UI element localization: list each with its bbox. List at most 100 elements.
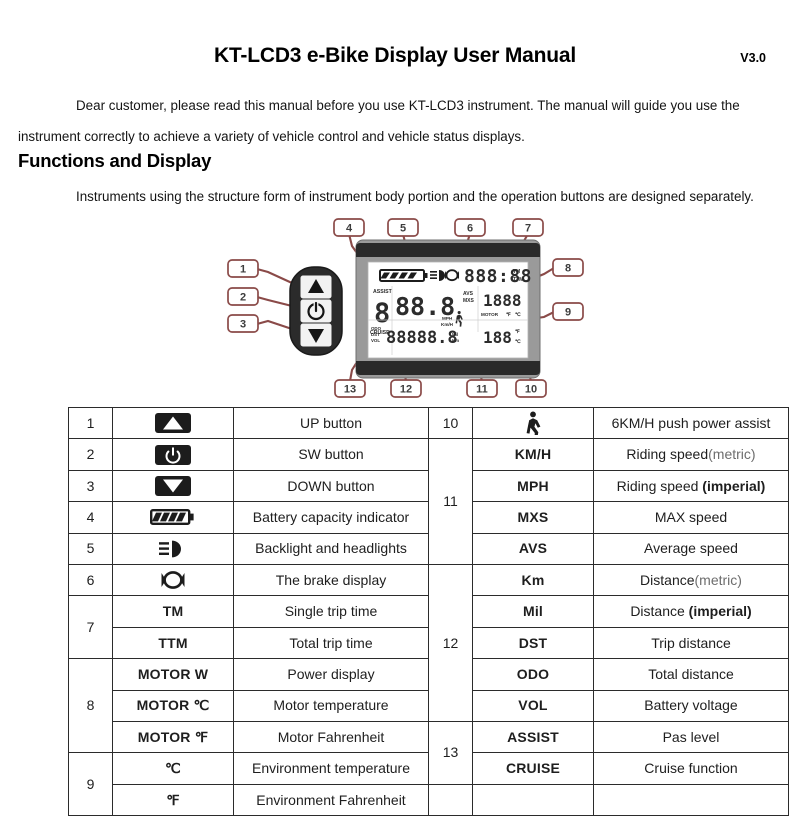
svg-text:Km/H: Km/H	[441, 322, 454, 327]
power-button-icon	[153, 444, 193, 466]
svg-text:12: 12	[400, 384, 412, 396]
callout-2: 2	[227, 287, 259, 306]
svg-text:Mil: Mil	[452, 332, 458, 337]
row-description: DOWN button	[233, 469, 429, 503]
row-description: Total trip time	[233, 626, 429, 660]
svg-text:VOL: VOL	[371, 338, 380, 343]
row-number: 7	[68, 595, 113, 660]
row-symbol	[112, 563, 234, 597]
svg-text:1888: 1888	[483, 291, 522, 310]
svg-text:℃: ℃	[515, 311, 521, 318]
svg-text:8: 8	[374, 298, 390, 329]
row-symbol	[112, 438, 234, 471]
row-number: 13	[428, 720, 473, 785]
row-description: Battery voltage	[593, 689, 789, 722]
desc-main: Distance	[630, 603, 689, 620]
row-number: 9	[68, 752, 113, 816]
svg-text:1: 1	[240, 264, 246, 276]
svg-text:8: 8	[565, 263, 571, 275]
down-triangle-button-icon	[153, 475, 193, 497]
table-row: 2 SW button 11 KM/H Riding speed(metric)	[68, 438, 789, 565]
callout-13: 13	[334, 379, 366, 398]
row-symbol: MPH	[472, 469, 594, 503]
row-number: 11	[428, 438, 473, 565]
callout-1: 1	[227, 259, 259, 278]
brake-icon	[156, 569, 190, 591]
row-number: 3	[68, 469, 113, 503]
up-triangle-button-icon	[153, 412, 193, 434]
callout-3: 3	[227, 314, 259, 333]
svg-text:Km: Km	[452, 338, 459, 343]
row-description: Riding speed (imperial)	[593, 469, 789, 503]
row-description	[593, 783, 789, 816]
callout-11: 11	[466, 379, 498, 398]
callout-9: 9	[552, 302, 584, 321]
svg-text:7: 7	[525, 223, 531, 235]
row-symbol: VOL	[472, 689, 594, 722]
row-symbol	[112, 406, 234, 440]
row-description: MAX speed	[593, 501, 789, 534]
document-header: KT-LCD3 e-Bike Display User Manual V3.0	[0, 44, 790, 74]
version-label: V3.0	[740, 51, 766, 65]
row-number: 5	[68, 532, 113, 565]
svg-text:5: 5	[400, 223, 406, 235]
svg-text:AVS: AVS	[463, 291, 474, 297]
row-symbol: TTM	[112, 626, 234, 660]
svg-text:℉: ℉	[506, 311, 511, 318]
row-number: 4	[68, 501, 113, 534]
svg-text:9: 9	[565, 307, 571, 319]
intro-text: Dear customer, please read this manual b…	[18, 98, 740, 144]
desc-main: Riding speed	[616, 477, 703, 494]
svg-text:MOTOR: MOTOR	[481, 312, 499, 317]
display-diagram: 888:88 TM TTM ASSIST 8 CRUISE 88.8 MPH K…	[0, 210, 790, 402]
row-description: Environment temperature	[233, 752, 429, 785]
callout-12: 12	[390, 379, 422, 398]
row-description: UP button	[233, 406, 429, 440]
row-description: Motor temperature	[233, 689, 429, 722]
svg-text:4: 4	[346, 223, 353, 235]
row-symbol: ODO	[472, 658, 594, 691]
section-paragraph: Instruments using the structure form of …	[18, 181, 772, 212]
row-symbol: ASSIST	[472, 720, 594, 754]
walking-person-icon	[522, 411, 544, 436]
row-description: 6KM/H push power assist	[593, 406, 789, 440]
row-description: Average speed	[593, 532, 789, 565]
row-symbol	[112, 469, 234, 503]
svg-text:88888.8: 88888.8	[386, 328, 458, 348]
row-symbol: TM	[112, 595, 234, 628]
table-row: ℉ Environment Fahrenheit	[69, 783, 789, 816]
row-description: Riding speed(metric)	[593, 438, 789, 471]
row-number	[428, 783, 473, 816]
button-pad-illustration	[289, 266, 343, 356]
row-symbol: MOTOR ℉	[112, 720, 234, 754]
callout-10: 10	[515, 379, 547, 398]
row-description: Distance(metric)	[593, 563, 789, 597]
row-number: 12	[428, 563, 473, 722]
headlight-icon	[157, 538, 189, 560]
callout-6: 6	[454, 218, 486, 237]
row-number: 10	[428, 406, 473, 440]
page-title: KT-LCD3 e-Bike Display User Manual	[214, 44, 576, 67]
row-symbol: MOTOR ℃	[112, 689, 234, 722]
svg-text:MXS: MXS	[463, 298, 475, 304]
row-symbol	[472, 406, 594, 440]
svg-text:DST: DST	[371, 332, 380, 337]
desc-paren: (imperial)	[702, 477, 766, 494]
row-description: The brake display	[233, 563, 429, 597]
row-symbol: Km	[472, 563, 594, 597]
row-number: 8	[68, 658, 113, 754]
desc-paren: (imperial)	[688, 603, 752, 620]
row-symbol	[472, 783, 594, 816]
row-description: Battery capacity indicator	[233, 501, 429, 534]
section-text: Instruments using the structure form of …	[76, 189, 754, 204]
callout-8: 8	[552, 258, 584, 277]
row-description: Total distance	[593, 658, 789, 691]
row-symbol: MOTOR W	[112, 658, 234, 691]
svg-text:TM: TM	[513, 269, 520, 275]
row-description: Single trip time	[233, 595, 429, 628]
row-description: Power display	[233, 658, 429, 691]
row-description: Trip distance	[593, 626, 789, 660]
row-symbol	[112, 501, 234, 534]
desc-main: Distance	[640, 571, 695, 588]
intro-paragraph: Dear customer, please read this manual b…	[18, 90, 772, 152]
